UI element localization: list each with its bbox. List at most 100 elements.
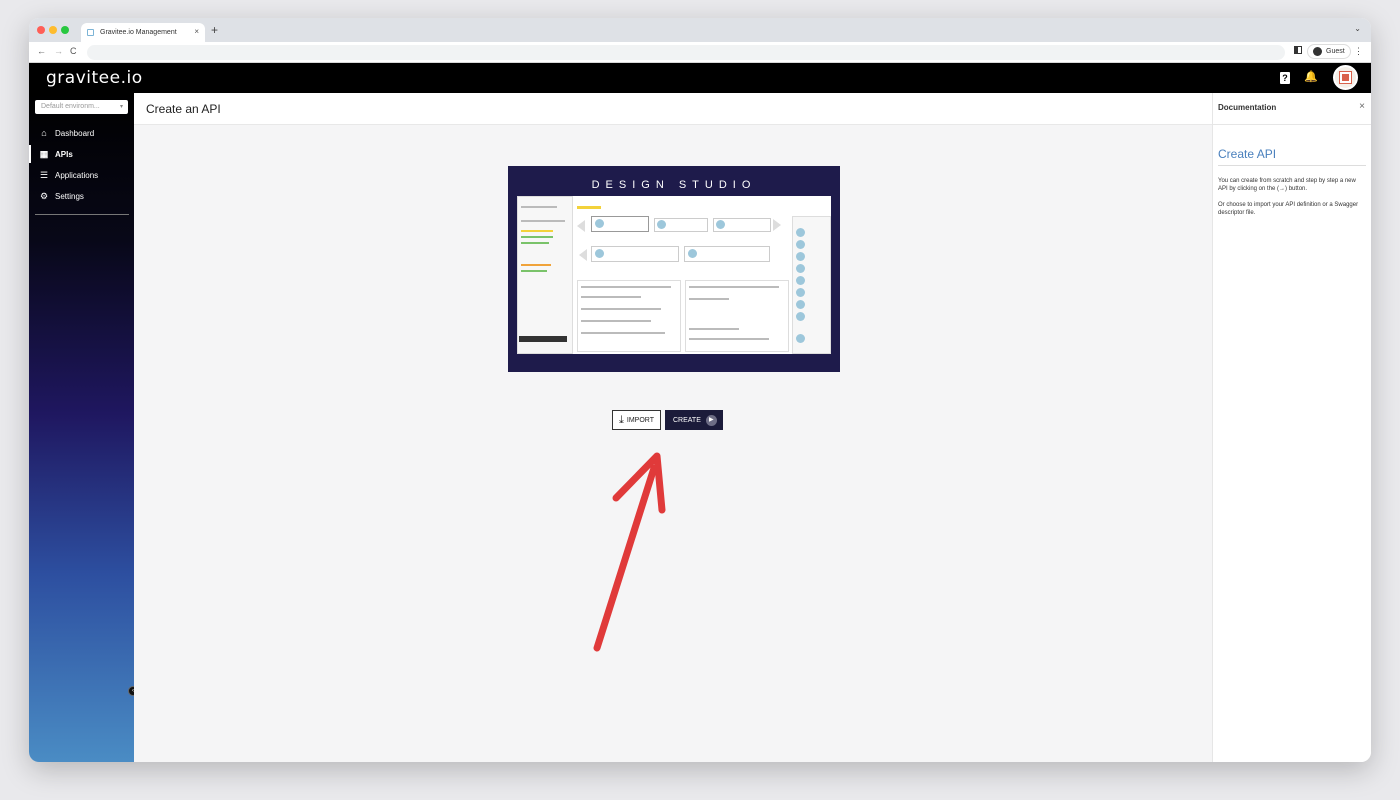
side-panel-icon[interactable] [1294, 46, 1302, 54]
dashboard-icon: ▦ [39, 148, 49, 159]
close-window-button[interactable] [37, 26, 45, 34]
download-icon: ⤓ [619, 413, 624, 426]
mock-line [581, 286, 671, 288]
gravitee-logo[interactable]: gravitee.io [46, 68, 143, 88]
import-button-label: IMPORT [626, 416, 654, 424]
mock-policy-icon [657, 220, 666, 229]
mock-line [689, 286, 779, 288]
sidebar-item-settings[interactable]: ⚙ Settings [29, 187, 134, 205]
mock-line [521, 270, 547, 272]
gear-icon: ⚙ [39, 190, 49, 201]
sidebar-item-applications[interactable]: ☰ Applications [29, 166, 134, 184]
environment-select-value: Default environm... [41, 103, 100, 110]
annotation-arrow-head [612, 452, 666, 514]
mock-line [521, 264, 551, 266]
sidebar-item-label: APIs [55, 149, 73, 159]
sidebar-item-label: Applications [55, 170, 99, 180]
documentation-header: Documentation × [1213, 93, 1371, 125]
design-studio-banner: DESIGN STUDIO [508, 166, 840, 372]
new-tab-button[interactable]: + [211, 23, 218, 37]
mock-line [581, 308, 661, 310]
sidebar-divider [35, 214, 129, 215]
mock-button [519, 336, 567, 342]
logo-text: gravitee.io [46, 68, 143, 88]
tab-strip: Gravitee.io Management × + ⌄ [29, 18, 1371, 42]
mock-policy-icon [796, 334, 805, 343]
mock-line [581, 332, 665, 334]
mock-policy-icon [796, 240, 805, 249]
page-favicon-icon [87, 29, 94, 36]
close-icon[interactable]: × [1359, 101, 1365, 112]
create-button-label: CREATE [672, 416, 701, 424]
sidebar-item-dashboard[interactable]: ⌂ Dashboard [29, 124, 134, 142]
mock-line [581, 320, 651, 322]
browser-menu-icon[interactable]: ⋮ [1354, 46, 1363, 57]
bell-icon[interactable]: 🔔 [1304, 70, 1318, 83]
import-button[interactable]: ⤓ IMPORT [612, 410, 661, 430]
chevron-down-icon: ▾ [119, 104, 123, 110]
mock-policy-icon [716, 220, 725, 229]
profile-label: Guest [1326, 48, 1345, 55]
documentation-divider [1218, 165, 1366, 166]
page-title: Create an API [146, 102, 221, 116]
avatar[interactable] [1333, 65, 1358, 90]
mock-line [577, 206, 601, 209]
mock-policy-icon [796, 288, 805, 297]
mock-policy-icon [796, 300, 805, 309]
mock-line [521, 242, 549, 244]
mock-policy-icon [796, 264, 805, 273]
minimize-window-button[interactable] [49, 26, 57, 34]
forward-icon[interactable]: → [54, 46, 63, 56]
mock-policy-icon [796, 228, 805, 237]
tab-search-chevron-icon[interactable]: ⌄ [1354, 24, 1361, 33]
sidebar: Default environm... ▾ ⌂ Dashboard ▦ APIs… [29, 93, 138, 762]
documentation-paragraph: You can create from scratch and step by … [1218, 178, 1356, 192]
sidebar-item-apis[interactable]: ▦ APIs [29, 145, 134, 163]
avatar-image [1340, 72, 1351, 83]
create-actions: ⤓ IMPORT CREATE ▶ [612, 410, 723, 430]
mock-line [689, 298, 729, 300]
mock-policy-icon [688, 249, 697, 258]
maximize-window-button[interactable] [61, 26, 69, 34]
mock-line [581, 296, 641, 298]
home-icon: ⌂ [41, 128, 47, 138]
design-studio-title: DESIGN STUDIO [591, 179, 757, 191]
address-bar: ← → C Guest ⋮ [29, 42, 1371, 63]
mock-right-panel [792, 216, 831, 354]
sidebar-item-label: Dashboard [55, 128, 95, 138]
tab-close-icon[interactable]: × [194, 27, 199, 36]
mock-policy-icon [796, 252, 805, 261]
mock-line [521, 230, 553, 232]
arrow-right-icon: ▶ [705, 414, 717, 426]
mock-line [689, 338, 769, 340]
mock-policy-icon [796, 276, 805, 285]
mock-flow-arrow [773, 219, 781, 231]
list-icon: ☰ [39, 169, 49, 180]
environment-select[interactable]: Default environm... ▾ [35, 100, 128, 114]
profile-button[interactable]: Guest [1307, 44, 1351, 59]
browser-window: Gravitee.io Management × + ⌄ ← → C Guest… [29, 18, 1371, 762]
mock-line [521, 220, 565, 222]
help-icon[interactable]: ? [1280, 72, 1290, 84]
mock-line [521, 236, 553, 238]
documentation-paragraph: Or choose to import your API definition … [1218, 202, 1359, 216]
main-content: Create an API DESIGN STUDIO ⤓ IMPORT CRE… [134, 93, 1212, 762]
documentation-heading: Create API [1218, 147, 1277, 161]
mock-policy-box [591, 246, 679, 262]
create-button[interactable]: CREATE ▶ [664, 410, 723, 430]
url-input[interactable] [87, 45, 1285, 60]
sidebar-item-label: Settings [55, 191, 84, 201]
browser-tab[interactable]: Gravitee.io Management × [81, 23, 205, 42]
documentation-panel: Documentation × Create API You can creat… [1212, 93, 1371, 762]
documentation-title: Documentation [1218, 103, 1277, 112]
mock-policy-icon [595, 249, 604, 258]
mock-flow-arrow [577, 220, 585, 232]
mock-line [521, 206, 557, 208]
mock-form-panel [577, 280, 681, 352]
back-icon[interactable]: ← [37, 46, 46, 56]
mock-policy-icon [796, 312, 805, 321]
mock-doc-panel [685, 280, 789, 352]
reload-icon[interactable]: C [70, 46, 77, 56]
mock-flow-arrow [579, 249, 587, 261]
profile-icon [1313, 47, 1322, 56]
